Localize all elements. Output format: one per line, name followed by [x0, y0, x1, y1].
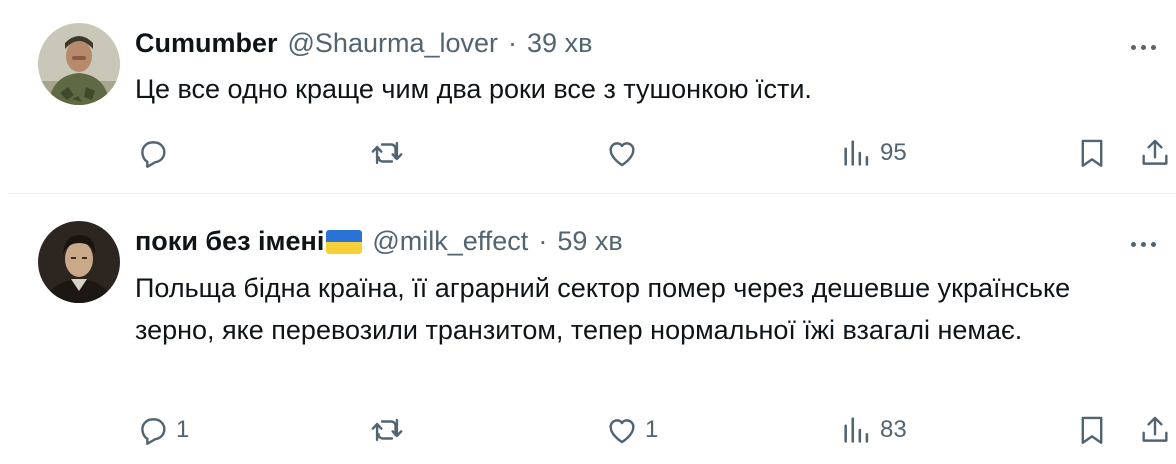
ukraine-flag-icon: [326, 229, 363, 254]
bookmark-icon: [1081, 416, 1103, 444]
more-dots-icon[interactable]: [1131, 242, 1156, 247]
tweet-header: Cumumber @Shaurma_lover · 39 хв: [135, 28, 592, 59]
reply-button[interactable]: 1: [136, 410, 189, 450]
like-button[interactable]: 1: [605, 410, 658, 450]
reply-icon: [141, 141, 166, 168]
tweet[interactable]: поки без імені @milk_effect · 59 хв Поль…: [8, 195, 1176, 464]
share-button[interactable]: [1138, 133, 1172, 173]
handle[interactable]: @milk_effect: [372, 226, 528, 257]
avatar[interactable]: [38, 221, 120, 303]
share-icon: [1142, 139, 1168, 165]
reply-icon: [141, 418, 166, 445]
action-bar: 95: [8, 133, 1176, 173]
timestamp[interactable]: 59 хв: [557, 226, 622, 257]
bookmark-icon: [1081, 139, 1103, 167]
tweet-header: поки без імені @milk_effect · 59 хв: [135, 226, 623, 257]
tweet-text: Польща бідна країна, її аграрний сектор …: [135, 273, 1071, 345]
heart-icon: [609, 419, 635, 444]
view-count: 83: [880, 416, 907, 443]
retweet-icon: [371, 418, 403, 442]
view-count: 95: [880, 139, 907, 166]
like-button[interactable]: [605, 133, 645, 173]
action-bar: 1 1 83: [8, 410, 1176, 450]
like-count: 1: [645, 416, 659, 443]
reply-count: 1: [176, 416, 190, 443]
reply-button[interactable]: [136, 133, 176, 173]
views-button[interactable]: 95: [840, 133, 907, 173]
separator-dot: ·: [538, 226, 548, 256]
tweet[interactable]: Cumumber @Shaurma_lover · 39 хв Це все о…: [8, 0, 1176, 194]
bookmark-button[interactable]: [1075, 133, 1109, 173]
retweet-icon: [371, 141, 403, 165]
views-button[interactable]: 83: [840, 410, 907, 450]
share-button[interactable]: [1138, 410, 1172, 450]
display-name[interactable]: Cumumber: [135, 28, 278, 59]
timestamp[interactable]: 39 хв: [527, 28, 592, 59]
share-icon: [1142, 416, 1168, 442]
display-name[interactable]: поки без імені: [135, 226, 324, 257]
handle[interactable]: @Shaurma_lover: [288, 28, 499, 59]
more-dots-icon[interactable]: [1131, 45, 1156, 50]
tweet-text: Це все одно краще чим два роки все з туш…: [135, 74, 812, 104]
views-chart-icon: [844, 140, 869, 166]
retweet-button[interactable]: [370, 410, 410, 450]
retweet-button[interactable]: [370, 133, 410, 173]
heart-icon: [609, 142, 635, 167]
views-chart-icon: [844, 417, 869, 443]
bookmark-button[interactable]: [1075, 410, 1109, 450]
separator-dot: ·: [508, 28, 518, 58]
avatar[interactable]: [38, 23, 120, 105]
